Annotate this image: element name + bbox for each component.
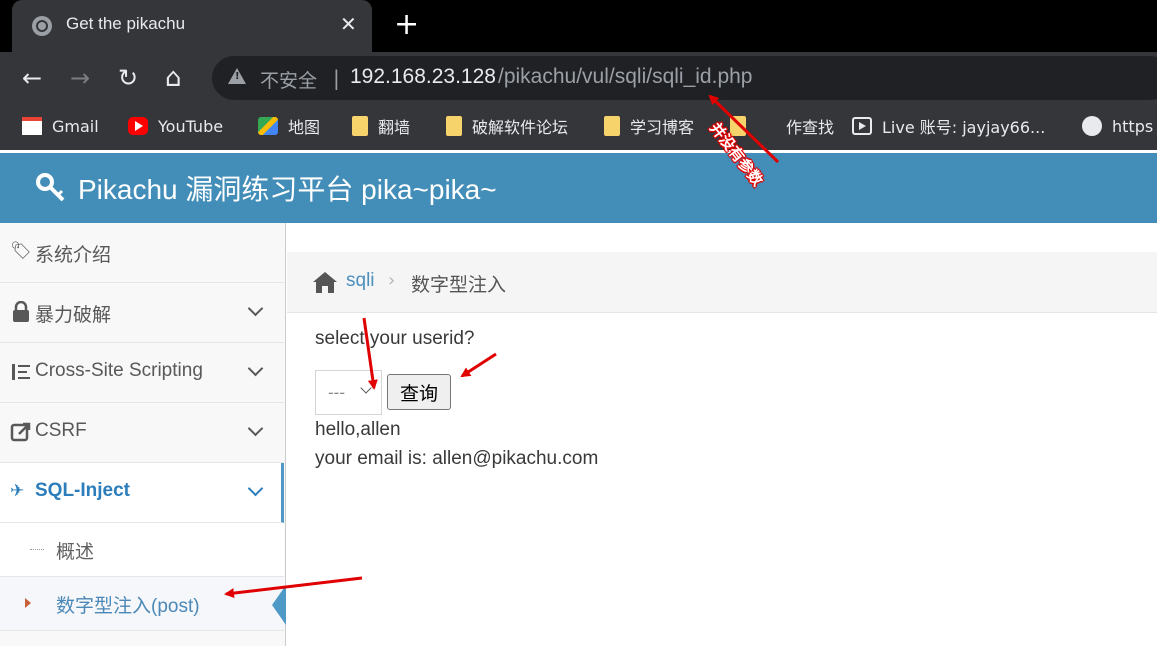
bookmark-label: Gmail <box>52 116 99 136</box>
bookmark-gmail[interactable]: Gmail <box>22 113 99 139</box>
bookmark-folder-crack[interactable]: 破解软件论坛 <box>446 113 568 139</box>
result-greeting: hello,allen <box>315 419 401 440</box>
bookmark-maps[interactable]: 地图 <box>258 113 320 139</box>
list-icon <box>12 364 30 380</box>
folder-icon <box>446 116 462 136</box>
caret-right-icon <box>25 598 31 608</box>
bookmark-label: 学习博客 <box>630 118 695 137</box>
maps-icon <box>258 117 278 135</box>
lock-icon <box>13 301 29 322</box>
form-prompt: select your userid? <box>315 328 475 349</box>
chevron-down-icon <box>247 420 264 437</box>
globe-favicon-icon <box>32 16 52 36</box>
bookmark-youtube[interactable]: YouTube <box>128 113 223 139</box>
site-title[interactable]: Pikachu 漏洞练习平台 pika~pika~ <box>78 168 497 208</box>
play-icon <box>852 117 872 135</box>
globe-icon <box>1082 116 1102 136</box>
sidebar-item-label: SQL-Inject <box>35 480 131 501</box>
chevron-down-icon <box>247 480 264 497</box>
sidebar-item-csrf[interactable]: CSRF <box>0 403 284 463</box>
tags-icon: 🏷 <box>10 241 32 261</box>
sidebar-subitem-label: 数字型注入(post) <box>56 596 200 617</box>
sidebar-item-label: 系统介绍 <box>35 245 112 266</box>
result-email: your email is: allen@pikachu.com <box>315 448 599 469</box>
breadcrumb-separator: › <box>388 270 396 291</box>
close-tab-icon[interactable]: ✕ <box>340 12 357 36</box>
sidebar-subitem-overview[interactable]: 概述 <box>0 523 284 577</box>
bookmark-label: YouTube <box>158 116 224 136</box>
bookmark-https[interactable]: https <box>1082 113 1153 139</box>
active-indicator <box>272 585 286 625</box>
browser-tab[interactable]: Get the pikachu ✕ <box>12 0 372 52</box>
plane-icon: ✈ <box>10 481 25 501</box>
breadcrumb-current: 数字型注入 <box>411 274 507 296</box>
chevron-down-icon <box>247 300 264 317</box>
new-tab-button[interactable]: + <box>394 8 419 42</box>
tree-dash <box>30 549 44 550</box>
bookmark-folder-blog[interactable]: 学习博客 <box>604 113 694 139</box>
bookmark-label: https <box>1112 116 1154 136</box>
bookmark-label: 地图 <box>288 118 321 137</box>
sidebar-item-sql-inject[interactable]: ✈ SQL-Inject <box>0 463 284 523</box>
sidebar: 🏷 系统介绍 暴力破解 Cross-Site Scripting CSRF ✈ … <box>0 223 286 646</box>
bookmark-label: 翻墙 <box>378 118 411 137</box>
forward-arrow-icon[interactable]: → <box>70 62 90 94</box>
key-icon <box>36 173 65 202</box>
folder-icon <box>352 116 368 136</box>
back-arrow-icon[interactable]: ← <box>22 62 42 94</box>
sidebar-item-label: CSRF <box>35 420 87 441</box>
select-value: --- <box>328 383 345 402</box>
tab-title: Get the pikachu <box>66 14 186 33</box>
browser-tab-strip: Get the pikachu ✕ + <box>0 0 1157 52</box>
insecure-label[interactable]: 不安全 <box>260 66 317 93</box>
home-icon[interactable] <box>312 270 338 294</box>
bookmark-label: Live 账号: jayjay66... <box>882 118 1046 137</box>
url-host[interactable]: 192.168.23.128 <box>350 65 496 89</box>
bookmark-folder-search[interactable]: 作查找 <box>730 113 834 139</box>
folder-icon <box>604 116 620 136</box>
sidebar-item-xss[interactable]: Cross-Site Scripting <box>0 343 284 403</box>
sidebar-item-label: 暴力破解 <box>35 305 112 326</box>
query-button[interactable]: 查询 <box>387 374 451 410</box>
warning-icon[interactable] <box>228 68 246 84</box>
sidebar-item-intro[interactable]: 🏷 系统介绍 <box>0 223 284 283</box>
annotation-arrow-button <box>460 352 497 378</box>
gmail-icon <box>22 117 42 135</box>
reload-icon[interactable]: ↻ <box>118 62 138 94</box>
bookmark-label: 破解软件论坛 <box>472 118 569 137</box>
chevron-down-icon <box>360 382 372 394</box>
url-path[interactable]: /pikachu/vul/sqli/sqli_id.php <box>498 65 752 89</box>
chevron-down-icon <box>247 360 264 377</box>
sidebar-subitem-label: 概述 <box>56 542 95 563</box>
sidebar-item-bruteforce[interactable]: 暴力破解 <box>0 283 284 343</box>
bookmark-label: 作查找 <box>786 118 835 137</box>
share-icon <box>10 422 31 442</box>
url-divider: | <box>333 66 340 90</box>
home-icon[interactable]: ⌂ <box>165 62 182 94</box>
sidebar-subitem-numeric-post[interactable]: 数字型注入(post) <box>0 577 286 631</box>
youtube-icon <box>128 117 148 135</box>
userid-select[interactable]: --- <box>315 370 382 415</box>
breadcrumb-link[interactable]: sqli <box>346 270 375 292</box>
bookmark-live[interactable]: Live 账号: jayjay66... <box>852 113 1045 139</box>
bookmark-folder-vpn[interactable]: 翻墙 <box>352 113 410 139</box>
sidebar-item-label: Cross-Site Scripting <box>35 360 203 381</box>
